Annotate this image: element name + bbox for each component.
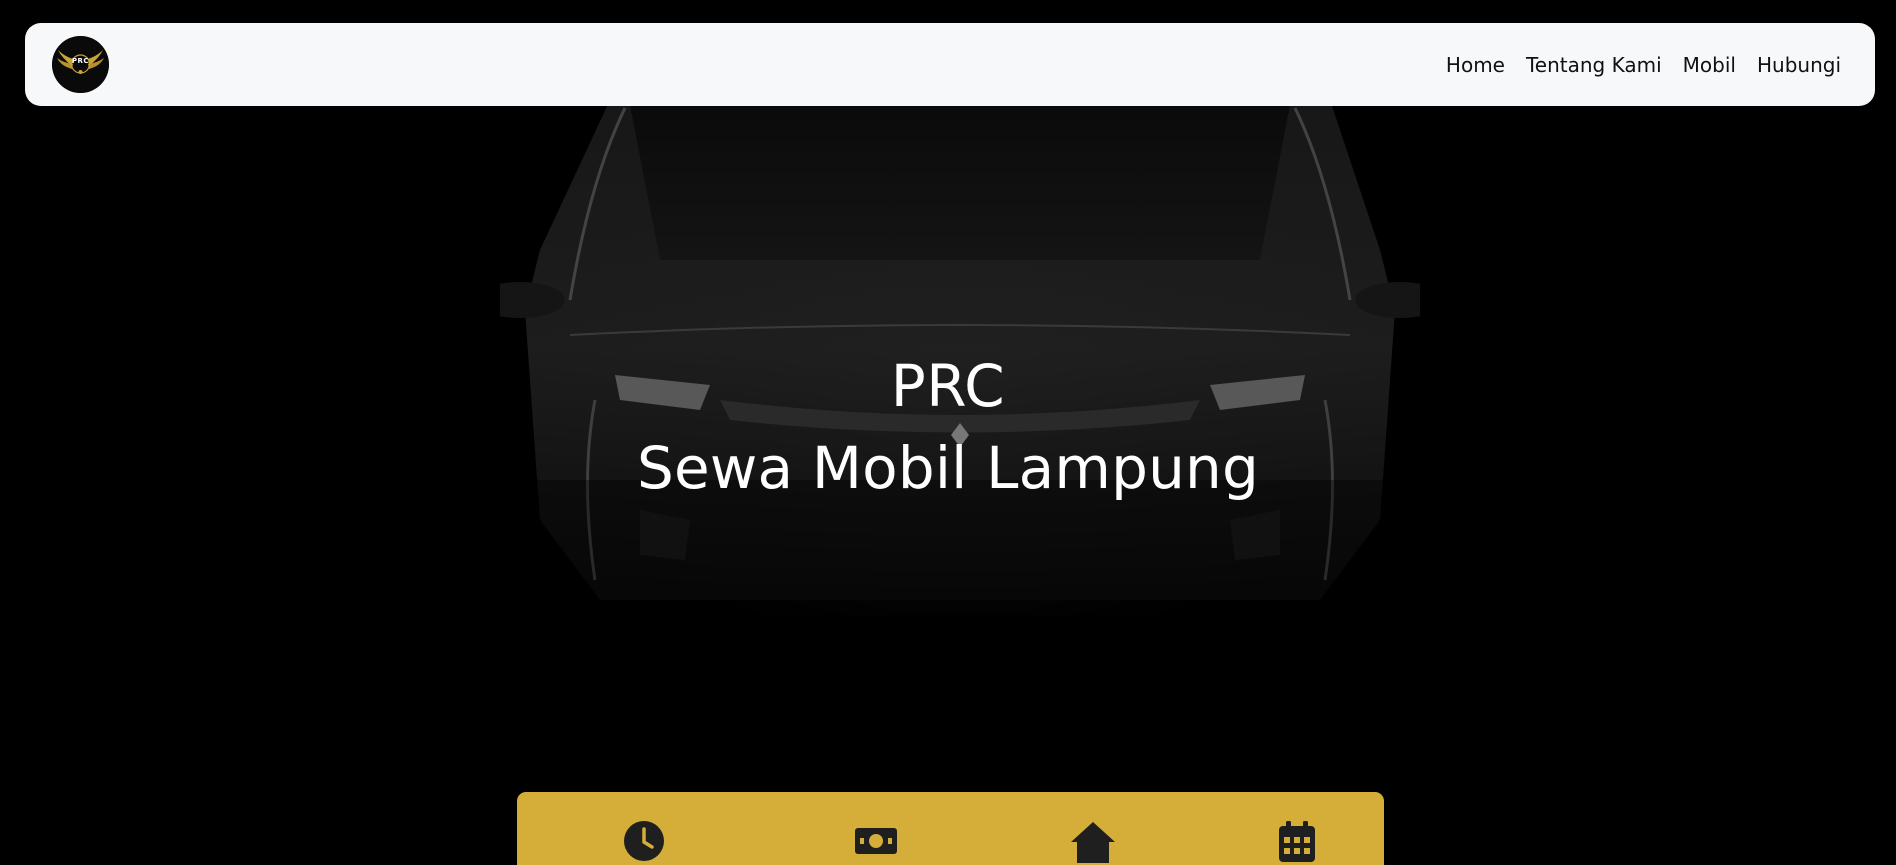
money-icon [855, 828, 897, 854]
nav-link-tentang-kami[interactable]: Tentang Kami [1526, 53, 1662, 77]
brand-logo[interactable]: PRC [52, 36, 109, 93]
navbar: PRC Home Tentang Kami Mobil Hubungi [25, 23, 1875, 106]
home-icon [1071, 822, 1115, 863]
clock-icon [624, 821, 664, 861]
logo-text: PRC [71, 57, 90, 65]
calendar-icon [1279, 821, 1315, 862]
nav-link-mobil[interactable]: Mobil [1683, 53, 1736, 77]
page: PRC Home Tentang Kami Mobil Hubungi PRC … [0, 0, 1896, 865]
features-bar [517, 792, 1384, 865]
nav-menu: Home Tentang Kami Mobil Hubungi [1446, 53, 1841, 77]
hero-title: PRC [890, 352, 1006, 420]
nav-link-hubungi[interactable]: Hubungi [1757, 53, 1841, 77]
hero-heading: PRC Sewa Mobil Lampung [0, 345, 1896, 509]
nav-link-home[interactable]: Home [1446, 53, 1505, 77]
hero-subtitle: Sewa Mobil Lampung [636, 434, 1260, 502]
